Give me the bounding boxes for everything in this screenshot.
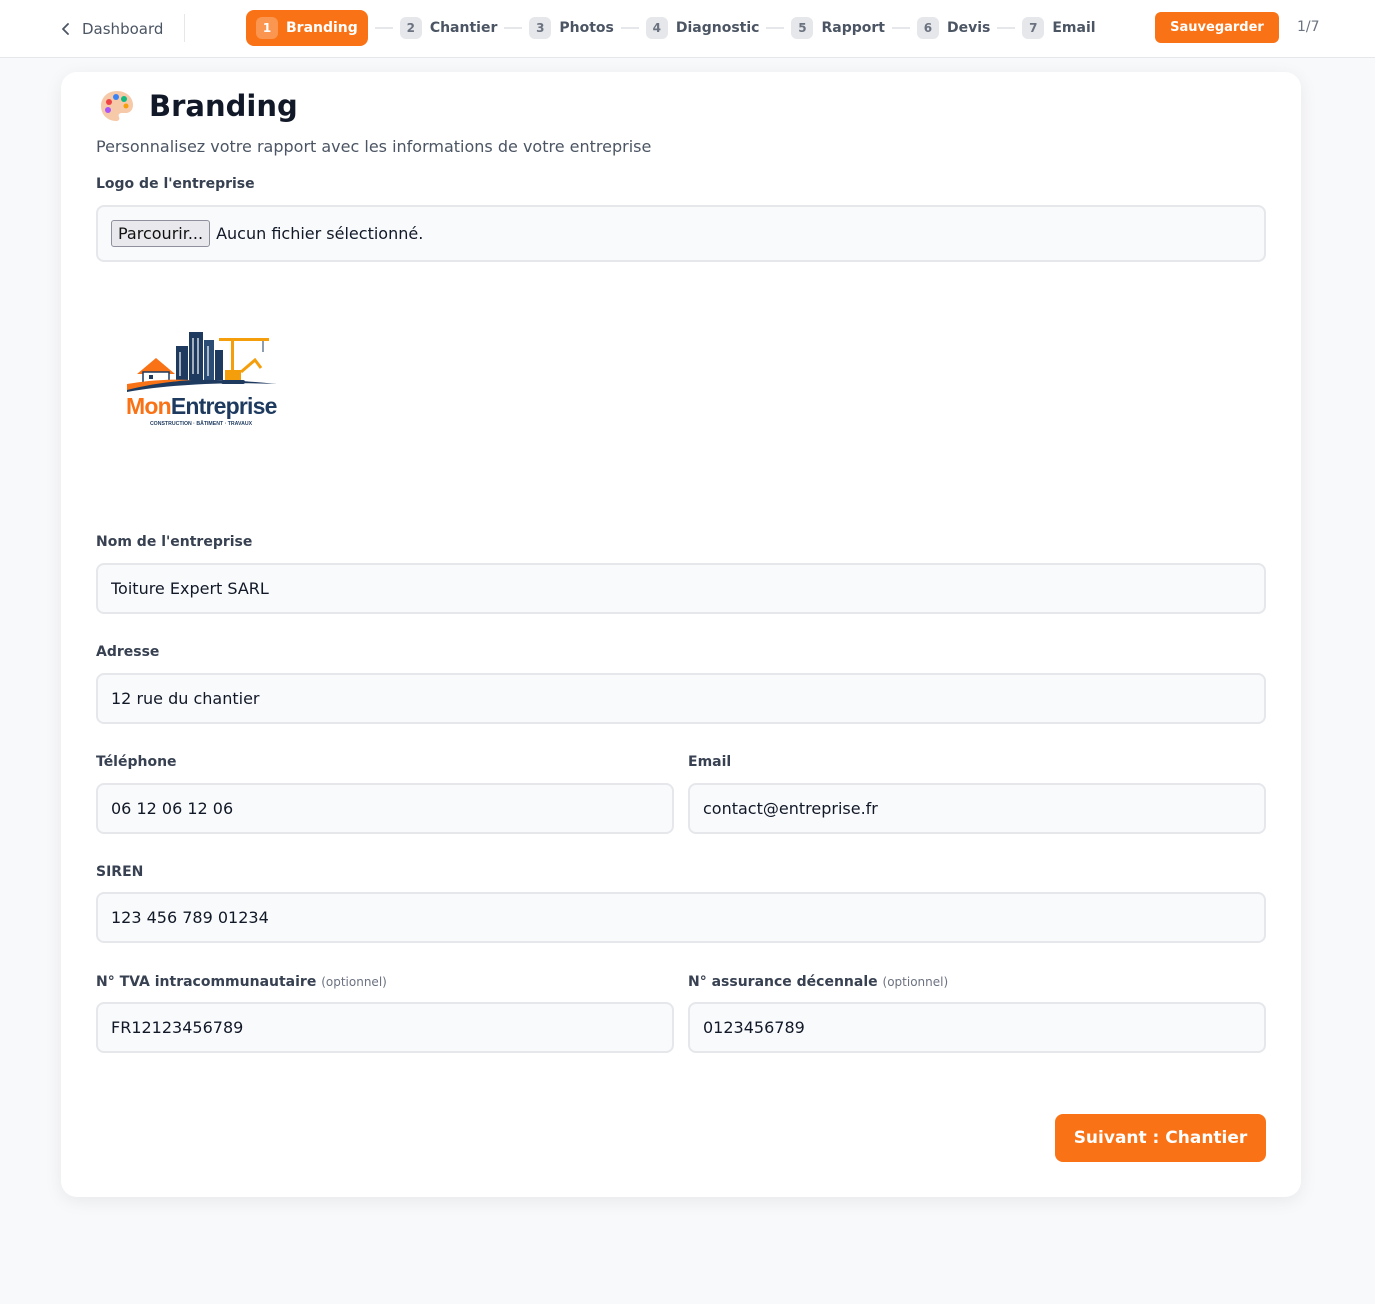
step-connector xyxy=(374,27,393,29)
email-label: Email xyxy=(688,754,732,770)
optional-hint: (optionnel) xyxy=(321,975,387,989)
company-name-label: Nom de l'entreprise xyxy=(96,534,253,550)
siren-label: SIREN xyxy=(96,864,144,880)
phone-label: Téléphone xyxy=(96,754,177,770)
step-label: Diagnostic xyxy=(675,20,760,36)
step-devis[interactable]: 6 Devis xyxy=(916,10,991,46)
page-subtitle: Personnalisez votre rapport avec les inf… xyxy=(96,137,652,156)
no-file-text: Aucun fichier sélectionné. xyxy=(216,224,424,243)
step-connector xyxy=(997,27,1016,29)
address-label: Adresse xyxy=(96,644,160,660)
optional-hint: (optionnel) xyxy=(882,975,949,989)
svg-text:MonEntreprise: MonEntreprise xyxy=(126,393,277,419)
logo-file-input[interactable]: Parcourir... Aucun fichier sélectionné. xyxy=(96,205,1266,262)
step-label: Email xyxy=(1052,20,1096,36)
step-number: 1 xyxy=(256,17,278,39)
back-to-dashboard-link[interactable]: Dashboard xyxy=(60,17,163,41)
siren-input[interactable] xyxy=(96,892,1266,943)
logo-wordmark-part1: Mon xyxy=(126,393,171,419)
chevron-left-icon xyxy=(62,23,69,35)
step-branding[interactable]: 1 Branding xyxy=(246,10,368,46)
step-label: Chantier xyxy=(429,20,498,36)
step-connector xyxy=(504,27,523,29)
step-email[interactable]: 7 Email xyxy=(1022,10,1096,46)
tva-input[interactable] xyxy=(96,1002,674,1053)
step-label: Devis xyxy=(946,20,991,36)
insurance-input[interactable] xyxy=(688,1002,1266,1053)
step-number: 3 xyxy=(529,17,552,39)
branding-card: Branding Personnalisez votre rapport ave… xyxy=(61,72,1301,1197)
palette-icon xyxy=(101,91,133,121)
logo-label: Logo de l'entreprise xyxy=(96,176,255,192)
logo-wordmark-part2: Entreprise xyxy=(171,393,277,419)
browse-button[interactable]: Parcourir... xyxy=(111,220,211,247)
back-label: Dashboard xyxy=(82,20,164,38)
step-label: Photos xyxy=(559,20,614,36)
page-counter: 1/7 xyxy=(1297,19,1320,35)
save-button[interactable]: Sauvegarder xyxy=(1155,12,1279,43)
next-chantier-button[interactable]: Suivant : Chantier xyxy=(1055,1114,1266,1162)
insurance-label-text: N° assurance décennale xyxy=(688,974,878,990)
step-connector xyxy=(766,27,785,29)
email-input[interactable] xyxy=(688,783,1266,834)
address-input[interactable] xyxy=(96,673,1266,724)
top-bar: Dashboard 1 Branding 2 Chantier 3 Photos… xyxy=(0,0,1375,58)
page-header: Branding xyxy=(99,88,298,124)
step-label: Rapport xyxy=(821,20,885,36)
divider xyxy=(184,14,185,42)
stepper: 1 Branding 2 Chantier 3 Photos 4 Diagnos… xyxy=(246,10,1096,46)
company-logo-preview: MonEntreprise CONSTRUCTION · BÂTIMENT · … xyxy=(126,332,277,427)
page-title: Branding xyxy=(149,89,298,123)
tva-label: N° TVA intracommunautaire (optionnel) xyxy=(96,974,387,990)
step-connector xyxy=(620,27,639,29)
step-number: 7 xyxy=(1022,17,1045,39)
insurance-label: N° assurance décennale (optionnel) xyxy=(688,974,948,990)
step-number: 6 xyxy=(916,17,939,39)
step-connector xyxy=(891,27,910,29)
phone-input[interactable] xyxy=(96,783,674,834)
step-number: 2 xyxy=(399,17,422,39)
tva-label-text: N° TVA intracommunautaire xyxy=(96,974,317,990)
step-rapport[interactable]: 5 Rapport xyxy=(791,10,885,46)
step-label: Branding xyxy=(286,20,358,36)
company-name-input[interactable] xyxy=(96,563,1266,614)
step-number: 5 xyxy=(791,17,814,39)
step-diagnostic[interactable]: 4 Diagnostic xyxy=(645,10,760,46)
step-chantier[interactable]: 2 Chantier xyxy=(399,10,498,46)
step-photos[interactable]: 3 Photos xyxy=(529,10,614,46)
step-number: 4 xyxy=(645,17,668,39)
logo-tagline: CONSTRUCTION · BÂTIMENT · TRAVAUX xyxy=(150,420,253,427)
